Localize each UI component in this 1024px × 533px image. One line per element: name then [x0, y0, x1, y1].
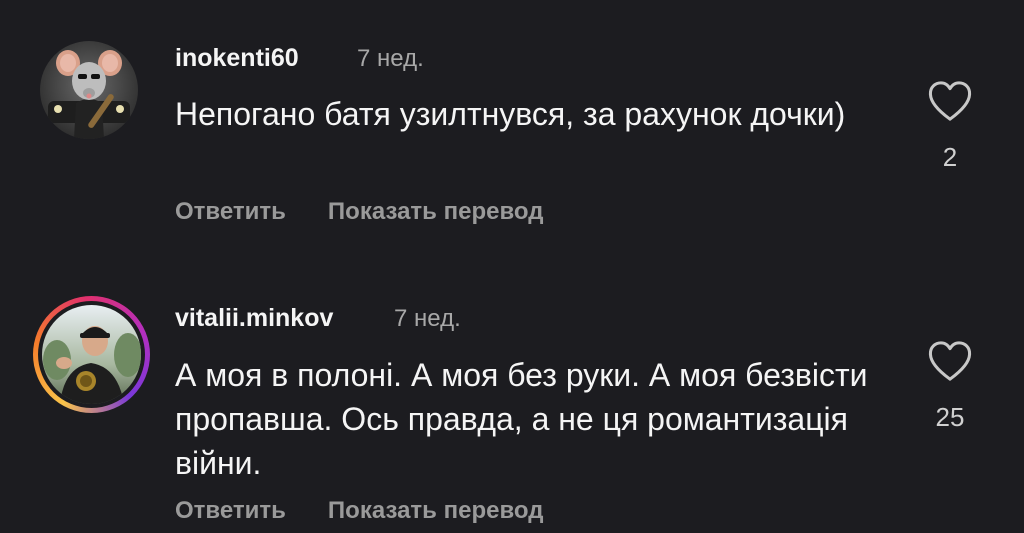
avatar[interactable]	[40, 41, 138, 139]
comment-text: Непогано батя узилтнувся, за рахунок доч…	[175, 96, 846, 132]
comment-actions: Ответить Показать перевод	[175, 497, 543, 525]
heart-outline-icon	[928, 341, 972, 381]
username[interactable]: vitalii.minkov	[175, 304, 333, 333]
show-translation-button[interactable]: Показать перевод	[328, 198, 544, 225]
reply-button[interactable]: Ответить	[175, 497, 286, 524]
comment-timestamp: 7 нед.	[394, 305, 461, 332]
like-button[interactable]: 2	[920, 80, 980, 173]
reply-button[interactable]: Ответить	[175, 198, 286, 225]
comment-actions: Ответить Показать перевод	[175, 198, 543, 226]
rat-avatar-image	[40, 41, 138, 139]
like-count: 2	[942, 142, 958, 172]
comment-timestamp: 7 нед.	[357, 45, 424, 72]
comment-item: inokenti60 7 нед. Непогано батя узилтнув…	[0, 0, 1024, 270]
avatar-ring-gap	[38, 301, 145, 408]
avatar-story-ring[interactable]	[33, 296, 150, 413]
show-translation-button[interactable]: Показать перевод	[328, 497, 544, 524]
like-button[interactable]: 25	[920, 340, 980, 433]
like-count: 25	[935, 402, 965, 432]
comment-item: vitalii.minkov 7 нед. А моя в полоні. А …	[0, 270, 1024, 533]
man-avatar-image	[42, 305, 141, 404]
username[interactable]: inokenti60	[175, 44, 299, 73]
heart-outline-icon	[928, 81, 972, 121]
comment-text: А моя в полоні. А моя без руки. А моя бе…	[175, 357, 868, 481]
